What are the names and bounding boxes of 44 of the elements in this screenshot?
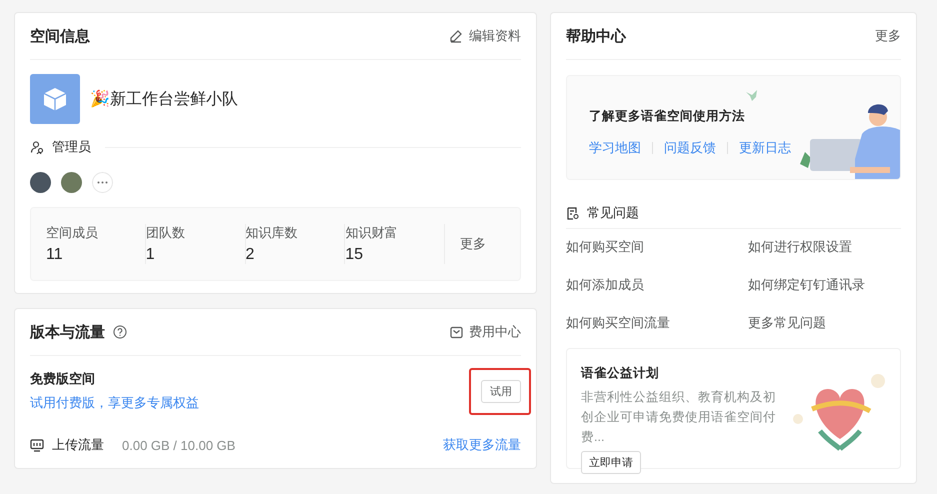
faq-link[interactable]: 如何添加成员 <box>566 276 748 294</box>
space-name: 🎉新工作台尝鲜小队 <box>90 88 238 110</box>
card-title: 帮助中心 <box>566 26 626 46</box>
faq-link[interactable]: 更多常见问题 <box>748 314 901 332</box>
more-link[interactable]: 更多 <box>445 234 505 254</box>
faq-title: 常见问题 <box>587 204 639 222</box>
faq-link[interactable]: 如何购买空间 <box>566 238 748 256</box>
stat-value: 11 <box>46 246 64 264</box>
more-traffic-link[interactable]: 获取更多流量 <box>443 436 521 454</box>
faq-link[interactable]: 如何绑定钉钉通讯录 <box>748 276 901 294</box>
faq-link[interactable]: 如何进行权限设置 <box>748 238 901 256</box>
stat-label: 知识库数 <box>246 224 298 242</box>
card-title: 空间信息 <box>30 26 90 46</box>
cube-logo-icon <box>30 74 80 124</box>
stat-value: 2 <box>246 246 256 264</box>
plan-name: 免费版空间 <box>30 370 96 388</box>
card-title: 版本与流量 <box>30 322 105 342</box>
admin-label: 管理员 <box>52 138 91 156</box>
trial-button[interactable]: 试用 <box>481 380 521 402</box>
upload-label: 上传流量 <box>52 436 104 454</box>
faq-link[interactable]: 如何购买空间流量 <box>566 314 748 332</box>
help-icon[interactable] <box>113 325 127 339</box>
stat-label: 空间成员 <box>46 224 99 242</box>
upload-usage: 0.00 GB / 10.00 GB <box>122 438 236 452</box>
stat-value: 1 <box>146 246 156 264</box>
more-link[interactable]: 更多 <box>875 27 901 45</box>
charity-description: 非营利性公益组织、教育机构及初创企业可申请免费使用语雀空间付费... <box>581 389 777 446</box>
edit-profile-button[interactable]: 编辑资料 <box>449 27 521 45</box>
monitor-icon <box>30 438 44 452</box>
user-icon <box>30 140 44 154</box>
stat-label: 知识财富 <box>345 224 398 242</box>
pencil-icon <box>449 29 463 43</box>
faq-icon <box>566 206 579 220</box>
upgrade-link[interactable]: 试用付费版，享更多专属权益 <box>30 394 199 412</box>
stat-label: 团队数 <box>146 224 186 242</box>
avatar[interactable] <box>30 172 51 193</box>
more-icon[interactable] <box>92 172 113 193</box>
envelope-icon <box>450 326 463 338</box>
billing-center-button[interactable]: 费用中心 <box>450 323 521 341</box>
apply-button[interactable]: 立即申请 <box>581 451 641 474</box>
stat-value: 15 <box>345 246 364 264</box>
charity-title: 语雀公益计划 <box>581 365 660 382</box>
banner-title: 了解更多语雀空间使用方法 <box>589 108 746 125</box>
avatar[interactable] <box>61 172 82 193</box>
